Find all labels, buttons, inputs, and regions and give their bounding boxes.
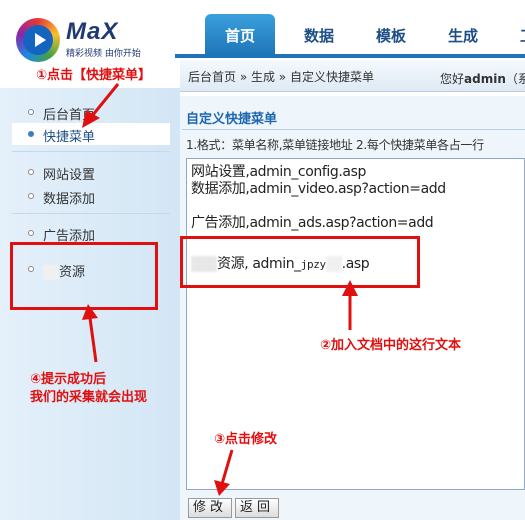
arrow-step3: [220, 449, 234, 485]
annotation-arrows: [82, 83, 358, 496]
arrowhead-step4: [82, 304, 98, 320]
arrow-step4: [88, 317, 98, 363]
arrowhead-step3: [214, 480, 230, 496]
arrowhead-step1: [82, 110, 100, 128]
arrowhead-step2: [342, 280, 358, 296]
arrow-step1: [90, 83, 120, 117]
